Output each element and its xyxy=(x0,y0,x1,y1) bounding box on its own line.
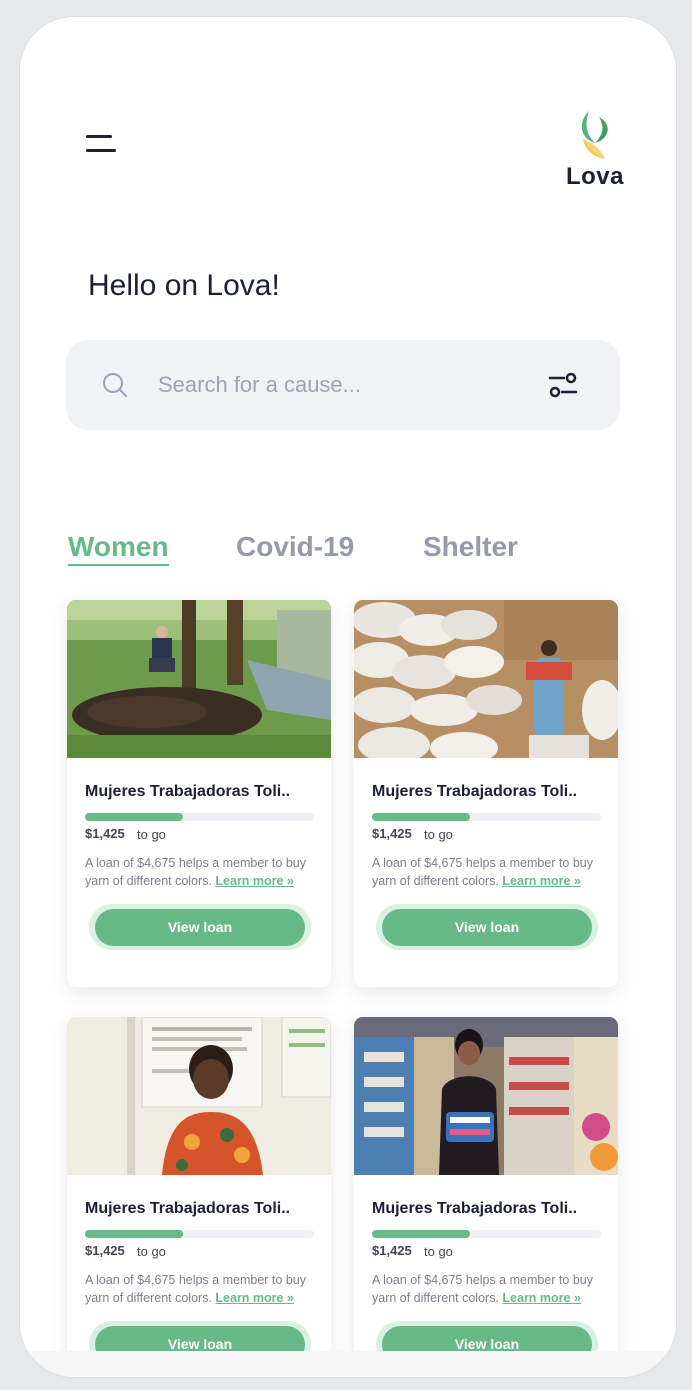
learn-more-link[interactable]: Learn more » xyxy=(502,1291,581,1305)
tab-women[interactable]: Women xyxy=(68,531,169,566)
tab-shelter[interactable]: Shelter xyxy=(423,531,518,563)
funding-progress-fill xyxy=(372,1230,471,1238)
loan-card[interactable]: Mujeres Trabajadoras Toli.. $1,425 to go… xyxy=(67,1017,331,1351)
learn-more-link[interactable]: Learn more » xyxy=(502,874,581,888)
menu-line xyxy=(86,149,116,152)
funding-progress-bar xyxy=(85,1230,314,1238)
menu-line xyxy=(86,135,112,138)
app-screen: Lova Hello on Lova! Search for a cause..… xyxy=(20,17,676,1351)
lova-logo[interactable]: Lova xyxy=(560,107,630,197)
loan-description: A loan of $4,675 helps a member to buy y… xyxy=(85,1271,321,1307)
loan-title: Mujeres Trabajadoras Toli.. xyxy=(85,1200,291,1217)
loan-title: Mujeres Trabajadoras Toli.. xyxy=(85,783,291,800)
tab-covid-19[interactable]: Covid-19 xyxy=(236,531,354,563)
loan-description: A loan of $4,675 helps a member to buy y… xyxy=(372,854,608,890)
search-input[interactable]: Search for a cause... xyxy=(158,372,361,398)
to-go-label: to go xyxy=(424,827,453,842)
to-go-label: to go xyxy=(137,827,166,842)
loan-card[interactable]: Mujeres Trabajadoras Toli.. $1,425 to go… xyxy=(354,600,618,987)
loan-card[interactable]: Mujeres Trabajadoras Toli.. $1,425 to go… xyxy=(67,600,331,987)
amount-remaining: $1,425 xyxy=(85,826,125,841)
amount-remaining: $1,425 xyxy=(85,1243,125,1258)
loan-description: A loan of $4,675 helps a member to buy y… xyxy=(372,1271,608,1307)
funding-progress-fill xyxy=(372,813,471,821)
view-loan-button[interactable]: View loan xyxy=(382,909,592,946)
funding-progress-bar xyxy=(372,813,601,821)
to-go-label: to go xyxy=(424,1244,453,1259)
learn-more-link[interactable]: Learn more » xyxy=(215,1291,294,1305)
greeting-heading: Hello on Lova! xyxy=(88,269,280,302)
hamburger-menu-icon[interactable] xyxy=(82,129,120,163)
view-loan-button[interactable]: View loan xyxy=(95,1326,305,1351)
loan-title: Mujeres Trabajadoras Toli.. xyxy=(372,783,578,800)
to-go-label: to go xyxy=(137,1244,166,1259)
funding-progress-bar xyxy=(85,813,314,821)
loan-photo xyxy=(67,600,331,758)
funding-progress-bar xyxy=(372,1230,601,1238)
view-loan-button[interactable]: View loan xyxy=(382,1326,592,1351)
loan-photo xyxy=(67,1017,331,1175)
leaf-logo-icon xyxy=(581,111,608,159)
phone-bottom-bezel xyxy=(20,1351,676,1377)
learn-more-link[interactable]: Learn more » xyxy=(215,874,294,888)
loan-photo xyxy=(354,600,618,758)
amount-remaining: $1,425 xyxy=(372,1243,412,1258)
amount-remaining: $1,425 xyxy=(372,826,412,841)
funding-progress-fill xyxy=(85,813,184,821)
logo-text: Lova xyxy=(565,163,624,190)
loan-description: A loan of $4,675 helps a member to buy y… xyxy=(85,854,321,890)
loan-title: Mujeres Trabajadoras Toli.. xyxy=(372,1200,578,1217)
search-bar[interactable]: Search for a cause... xyxy=(66,340,620,430)
view-loan-button[interactable]: View loan xyxy=(95,909,305,946)
filter-icon[interactable] xyxy=(546,370,580,402)
loan-photo xyxy=(354,1017,618,1175)
search-icon xyxy=(103,373,127,397)
loan-card[interactable]: Mujeres Trabajadoras Toli.. $1,425 to go… xyxy=(354,1017,618,1351)
funding-progress-fill xyxy=(85,1230,184,1238)
phone-frame: Lova Hello on Lova! Search for a cause..… xyxy=(20,17,676,1377)
